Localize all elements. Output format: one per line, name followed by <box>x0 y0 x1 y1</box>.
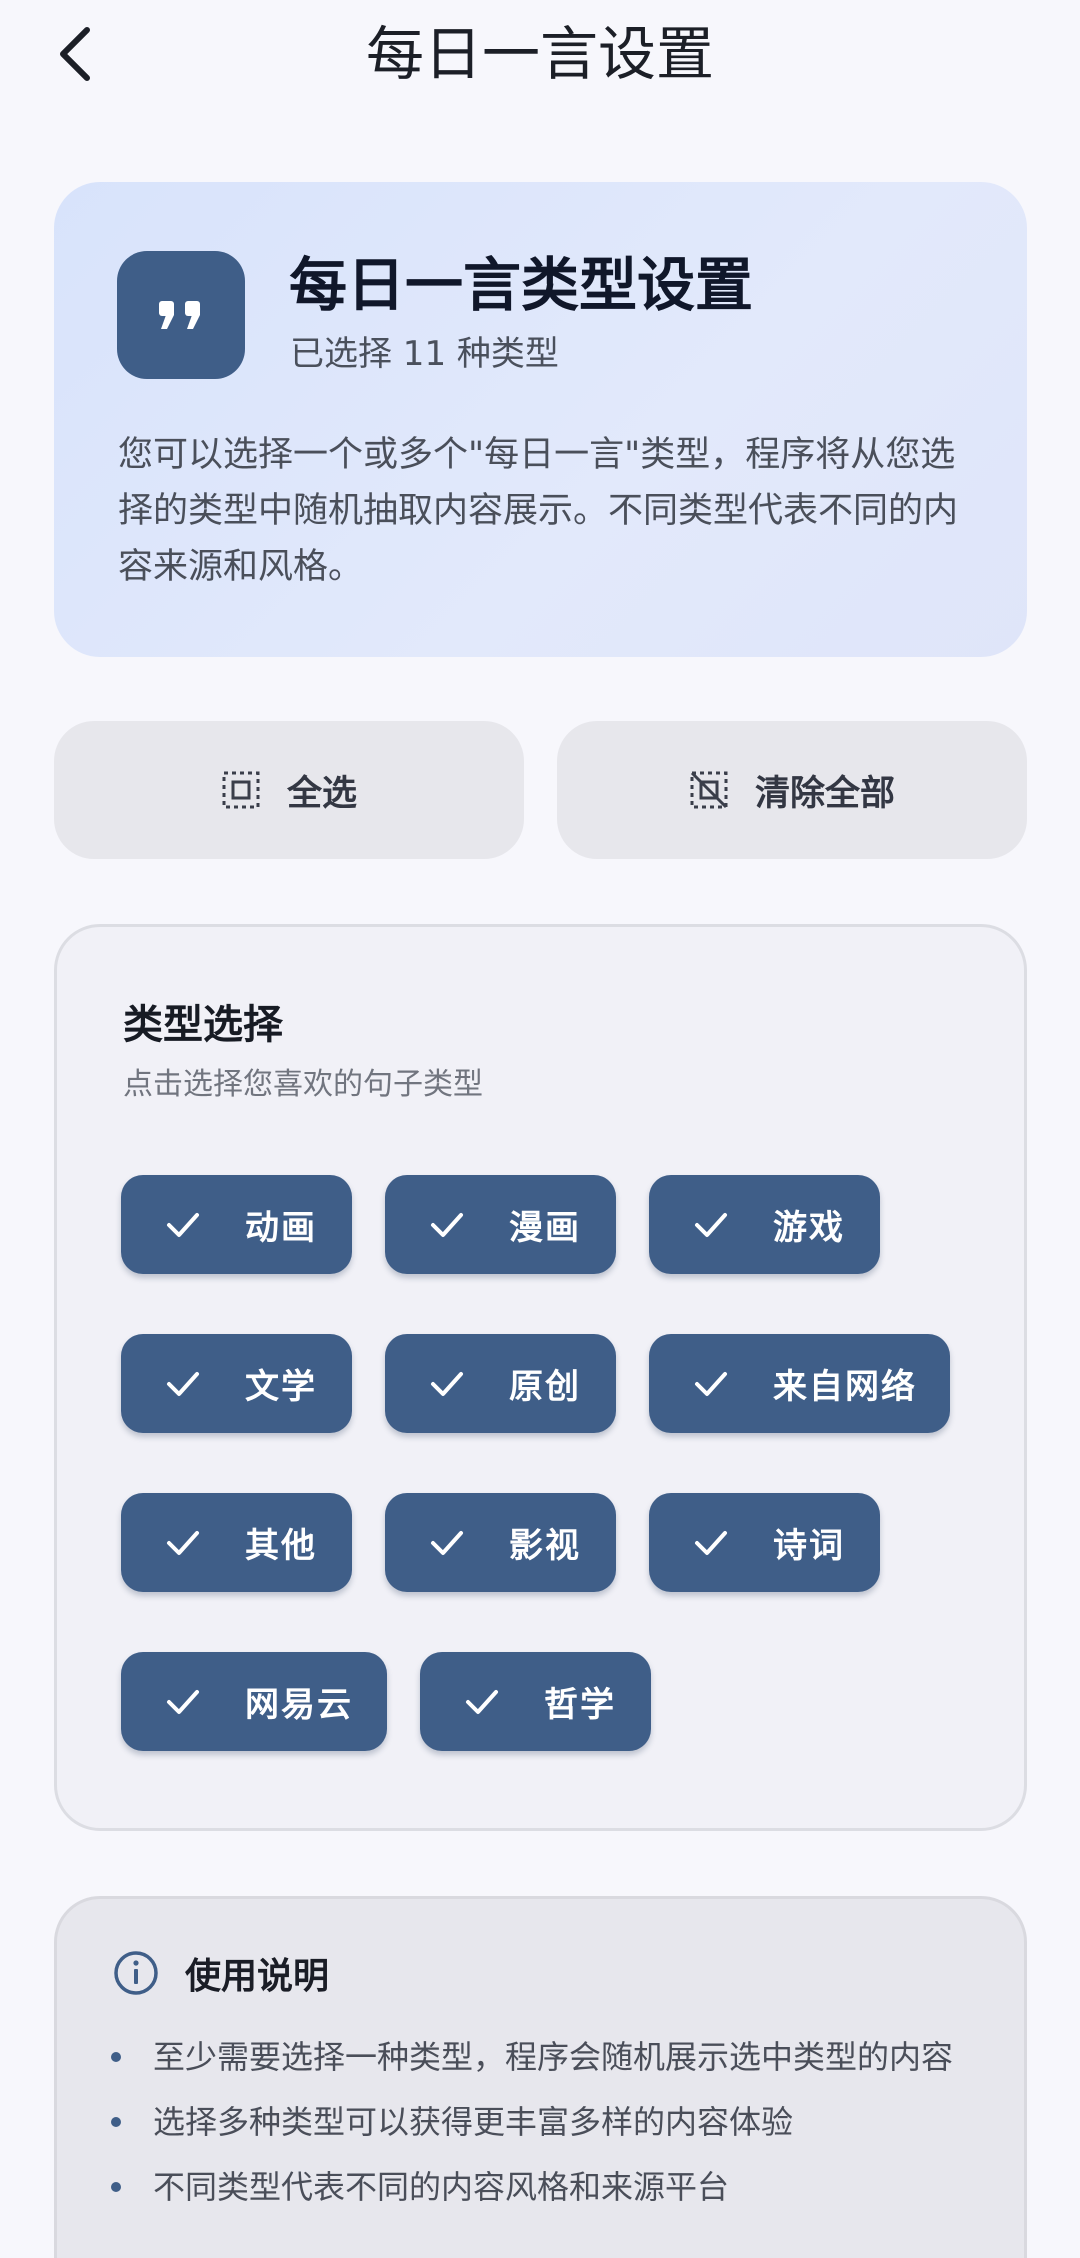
type-chip-comic[interactable]: 漫画 <box>385 1175 616 1274</box>
type-chip-literature[interactable]: 文学 <box>121 1334 352 1433</box>
usage-item-text: 不同类型代表不同的内容风格和来源平台 <box>153 2168 730 2206</box>
check-icon <box>167 1689 199 1714</box>
usage-list: 至少需要选择一种类型，程序会随机展示选中类型的内容 选择多种类型可以获得更丰富多… <box>111 2033 991 2228</box>
check-icon <box>431 1371 463 1396</box>
type-chip-poetry[interactable]: 诗词 <box>649 1493 880 1592</box>
type-chip-netease[interactable]: 网易云 <box>121 1652 387 1751</box>
chip-label: 原创 <box>509 1367 581 1407</box>
selected-count-text: 已选择 11 种类型 <box>290 334 559 374</box>
type-chip-other[interactable]: 其他 <box>121 1493 352 1592</box>
usage-item: 不同类型代表不同的内容风格和来源平台 <box>111 2163 991 2211</box>
info-icon <box>114 1951 158 1995</box>
type-settings-info-card: 每日一言类型设置 已选择 11 种类型 您可以选择一个或多个"每日一言"类型，程… <box>54 182 1027 657</box>
chip-label: 哲学 <box>544 1685 616 1725</box>
check-icon <box>695 1371 727 1396</box>
bullet-dot <box>111 2117 121 2127</box>
chip-label: 影视 <box>509 1526 581 1566</box>
type-chip-internet[interactable]: 来自网络 <box>649 1334 950 1433</box>
settings-page: 每日一言设置 每日一言类型设置 已选择 11 种类型 您可以选择一个或多个"每日… <box>0 0 1080 2258</box>
clear-all-button[interactable]: 清除全部 <box>557 721 1027 859</box>
quote-icon-container <box>117 251 245 379</box>
chip-label: 网易云 <box>245 1685 353 1725</box>
check-icon <box>695 1530 727 1555</box>
type-chip-anime[interactable]: 动画 <box>121 1175 352 1274</box>
chip-label: 其他 <box>245 1526 317 1566</box>
usage-title: 使用说明 <box>185 1956 330 1997</box>
usage-header: 使用说明 <box>113 1947 329 1999</box>
check-icon <box>167 1212 199 1237</box>
usage-item-text: 选择多种类型可以获得更丰富多样的内容体验 <box>153 2103 794 2141</box>
clear-all-label: 清除全部 <box>754 773 895 814</box>
check-icon <box>695 1212 727 1237</box>
bullet-dot <box>111 2182 121 2192</box>
type-selection-card: 类型选择 点击选择您喜欢的句子类型 动画 漫画 游戏 文学 原创 来自网络 其他… <box>54 924 1027 1831</box>
type-selection-subtitle: 点击选择您喜欢的句子类型 <box>123 1067 483 1102</box>
type-chip-original[interactable]: 原创 <box>385 1334 616 1433</box>
hero-description: 您可以选择一个或多个"每日一言"类型，程序将从您选择的类型中随机抽取内容展示。不… <box>118 435 959 587</box>
check-icon <box>431 1212 463 1237</box>
type-chip-philosophy[interactable]: 哲学 <box>420 1652 651 1751</box>
usage-item: 至少需要选择一种类型，程序会随机展示选中类型的内容 <box>111 2033 991 2081</box>
bullet-dot <box>111 2052 121 2062</box>
check-icon <box>466 1689 498 1714</box>
check-icon <box>431 1530 463 1555</box>
chip-label: 动画 <box>245 1208 317 1248</box>
chip-label: 文学 <box>245 1367 317 1407</box>
usage-item: 选择多种类型可以获得更丰富多样的内容体验 <box>111 2098 991 2146</box>
page-title: 每日一言设置 <box>365 20 714 88</box>
chip-label: 来自网络 <box>773 1367 917 1407</box>
hero-title: 每日一言类型设置 <box>289 251 754 319</box>
select-all-label: 全选 <box>286 773 357 814</box>
check-icon <box>167 1371 199 1396</box>
chip-label: 诗词 <box>773 1526 845 1566</box>
type-chip-film[interactable]: 影视 <box>385 1493 616 1592</box>
check-icon <box>167 1530 199 1555</box>
deselect-icon <box>690 771 728 809</box>
type-selection-title: 类型选择 <box>123 1002 283 1048</box>
chip-label: 游戏 <box>773 1208 845 1248</box>
usage-item-text: 至少需要选择一种类型，程序会随机展示选中类型的内容 <box>153 2038 954 2076</box>
select-all-button[interactable]: 全选 <box>54 721 524 859</box>
usage-instructions-card: 使用说明 至少需要选择一种类型，程序会随机展示选中类型的内容 选择多种类型可以获… <box>54 1896 1027 2258</box>
select-all-icon <box>222 771 260 809</box>
chip-label: 漫画 <box>509 1208 581 1248</box>
format-quote-icon <box>159 301 200 329</box>
type-chip-game[interactable]: 游戏 <box>649 1175 880 1274</box>
app-bar: 每日一言设置 <box>0 0 1080 110</box>
